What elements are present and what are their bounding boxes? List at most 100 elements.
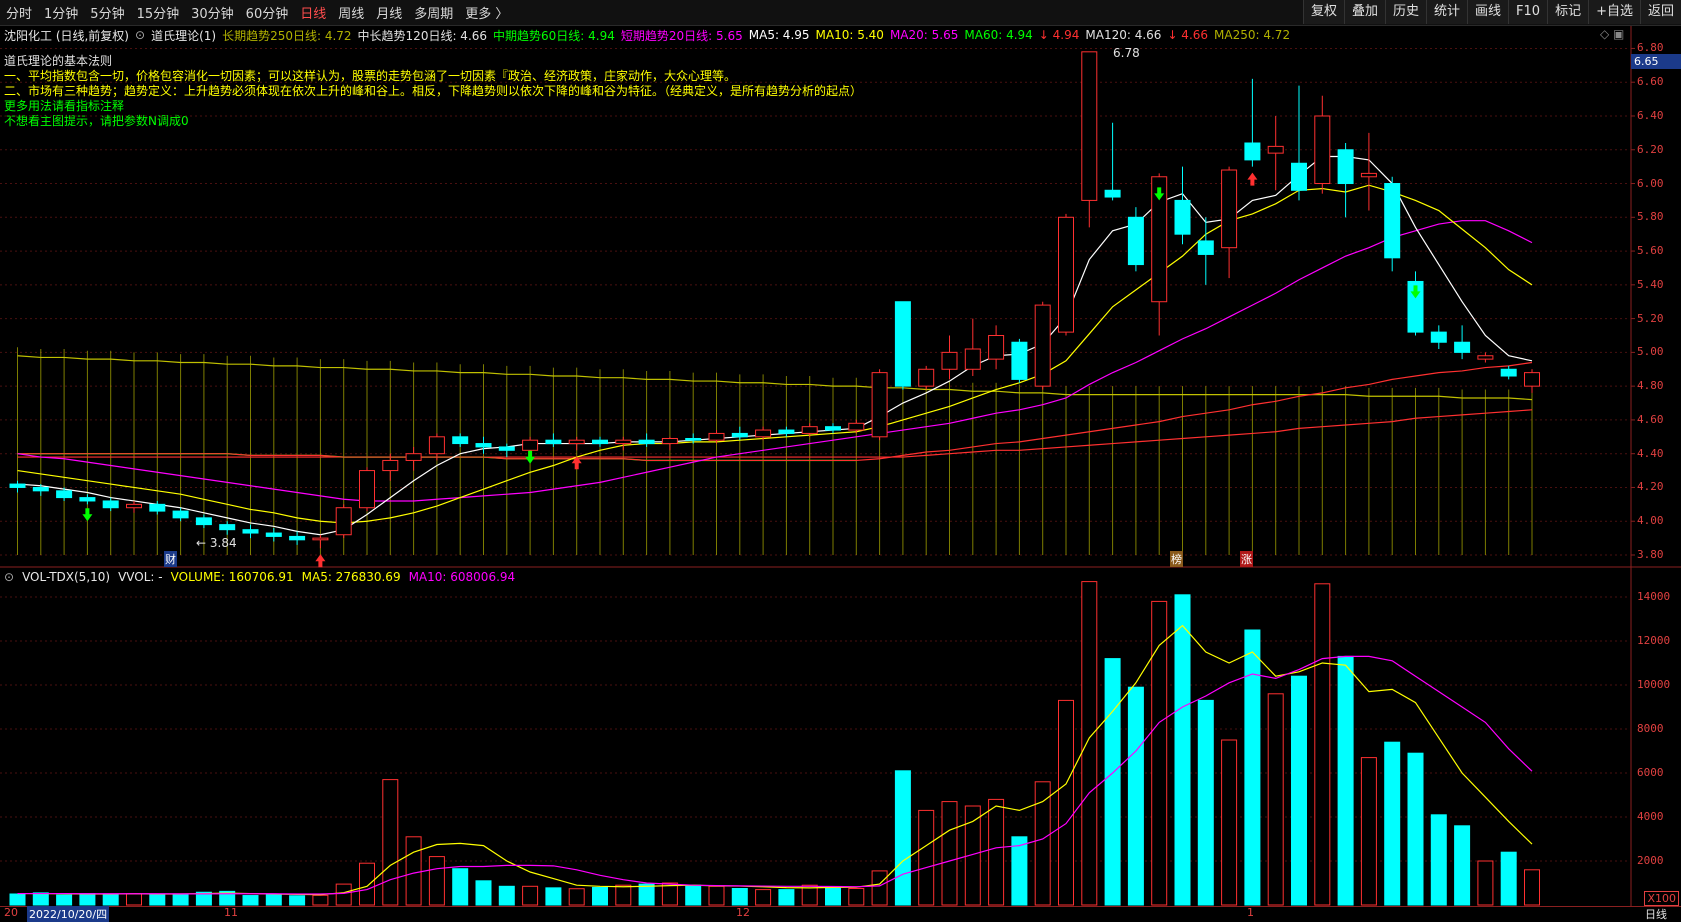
volume-bar (1337, 655, 1354, 906)
candle (219, 524, 236, 531)
volume-value: VOLUME: 160706.91 (170, 570, 294, 584)
candle (871, 372, 888, 438)
volume-tick-label: 10000 (1637, 678, 1671, 691)
limit-up-event-icon[interactable]: 涨 (1240, 551, 1253, 567)
chart-canvas[interactable] (0, 0, 1681, 921)
candle (126, 503, 142, 509)
ma5-line (17, 155, 1533, 536)
candle (778, 429, 795, 434)
candle (56, 490, 73, 499)
volume-indicator-name[interactable]: VOL-TDX(5,10) (22, 570, 110, 584)
candle (1011, 341, 1028, 380)
volume-bar (685, 884, 702, 906)
volume-bar (1500, 851, 1517, 906)
volume-bar (335, 883, 352, 906)
volume-bar (638, 883, 655, 906)
volume-ma5-value: MA5: 276830.69 (301, 570, 401, 584)
month-label-jan: 1 (1247, 906, 1254, 919)
candle (1430, 331, 1447, 343)
candle (405, 453, 422, 461)
volume-bar (1454, 825, 1471, 906)
date-prefix: 20 (4, 906, 18, 919)
volume-bar (918, 809, 935, 906)
volume-bar (755, 889, 772, 906)
volume-bar (32, 892, 49, 906)
volume-bar (1221, 739, 1238, 906)
volume-info-line: ⊙ VOL-TDX(5,10) VVOL: - VOLUME: 160706.9… (0, 568, 515, 586)
volume-tick-label: 8000 (1637, 722, 1664, 735)
price-tick-label: 5.80 (1637, 210, 1664, 224)
ma120-line (17, 409, 1533, 458)
chart-grid (0, 26, 1681, 906)
candle (1314, 115, 1331, 185)
price-tick-label: 4.60 (1637, 412, 1664, 426)
candle (1337, 149, 1354, 185)
volume-bar (825, 886, 841, 906)
candle (172, 510, 189, 519)
volume-bar (265, 893, 282, 906)
volume-tick-label: 14000 (1637, 590, 1671, 603)
candle (615, 439, 632, 445)
collapse-icon[interactable]: ⊙ (4, 570, 14, 584)
ranking-event-icon[interactable]: 榜 (1170, 551, 1183, 567)
month-label-nov: 11 (224, 906, 238, 919)
candle (1244, 142, 1261, 161)
candle (312, 537, 329, 541)
volume-bar (312, 894, 329, 906)
volume-bar (405, 836, 422, 906)
candle (848, 422, 865, 431)
month-label-dec: 12 (736, 906, 750, 919)
candle (335, 507, 352, 536)
low-price-marker: ← 3.84 (196, 536, 237, 550)
candle (1384, 183, 1401, 259)
high-price-marker: 6.78 (1113, 46, 1140, 60)
price-tick-label: 6.60 (1637, 75, 1664, 89)
volume-bar (1360, 757, 1377, 906)
candle (1524, 372, 1540, 387)
volume-bar (1197, 699, 1214, 906)
volume-bar (359, 862, 375, 906)
candle (825, 426, 841, 431)
candle (102, 500, 119, 509)
price-tick-label: 6.80 (1637, 41, 1664, 55)
candle (988, 334, 1005, 360)
volume-bar (1384, 741, 1401, 906)
volume-bar (1244, 629, 1261, 906)
volume-bar (1291, 675, 1307, 906)
volume-bar (778, 889, 795, 906)
candle (1058, 216, 1074, 333)
candle (964, 348, 981, 370)
candle (265, 532, 282, 537)
candle (9, 483, 26, 488)
candle (941, 351, 958, 370)
volume-bar (242, 895, 259, 906)
volume-bar (382, 779, 399, 906)
volume-bar (615, 884, 632, 906)
volume-bar (1034, 781, 1051, 906)
volume-bar (708, 885, 725, 906)
candle (452, 436, 469, 445)
ma10-line (17, 184, 1533, 524)
candle (428, 436, 445, 455)
candle (32, 486, 49, 492)
ma20-line (17, 220, 1533, 502)
volume-tick-label: 2000 (1637, 854, 1664, 867)
finance-event-icon[interactable]: 财 (164, 551, 177, 567)
volume-bar (568, 888, 585, 906)
date-axis-bar (0, 906, 1681, 922)
period-label[interactable]: 日线 (1645, 906, 1667, 922)
price-tick-label: 5.20 (1637, 311, 1664, 325)
price-tick-label: 4.20 (1637, 480, 1664, 494)
volume-bar (1314, 583, 1331, 906)
candle (755, 429, 772, 438)
candle (242, 529, 259, 534)
volume-bar (1407, 752, 1424, 906)
volume-bar (522, 885, 539, 906)
sell-arrow-icon (525, 450, 536, 464)
candle (522, 439, 539, 451)
volume-bar (1104, 658, 1121, 906)
price-tick-label: 5.00 (1637, 345, 1664, 359)
price-tick-label: 4.00 (1637, 514, 1664, 528)
candle (195, 517, 212, 526)
volume-bar (1477, 860, 1494, 906)
